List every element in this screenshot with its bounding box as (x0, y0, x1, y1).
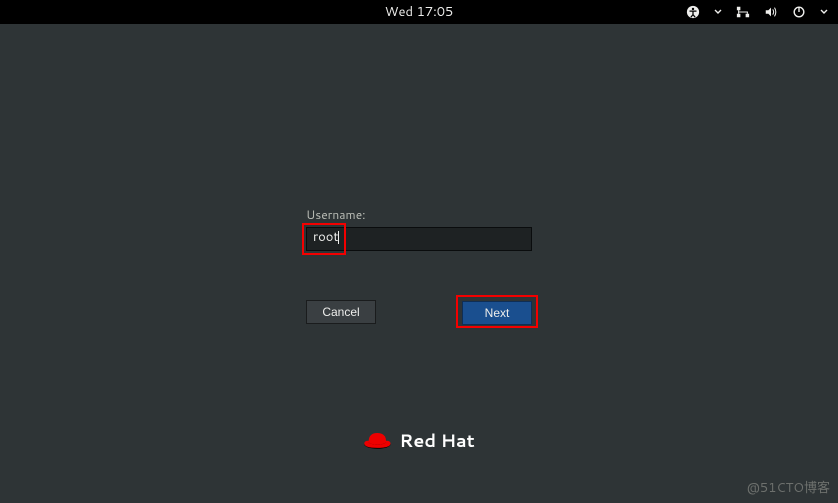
network-icon[interactable] (736, 5, 750, 19)
power-icon[interactable] (792, 5, 806, 19)
brand-logo: Red Hat (363, 427, 474, 453)
system-tray[interactable] (686, 5, 828, 19)
top-bar: Wed 17:05 (0, 0, 838, 24)
username-value: root (313, 228, 338, 246)
cancel-button[interactable]: Cancel (306, 300, 376, 324)
next-button[interactable]: Next (462, 301, 532, 325)
username-input[interactable]: root (306, 227, 532, 251)
chevron-down-icon[interactable] (820, 8, 828, 16)
login-form: Username: root (306, 206, 532, 251)
text-cursor (338, 231, 339, 244)
login-buttons: Cancel Next (306, 300, 532, 325)
watermark: @51CTO博客 (747, 477, 830, 497)
volume-icon[interactable] (764, 5, 778, 19)
redhat-icon (363, 429, 391, 451)
accessibility-icon[interactable] (686, 5, 700, 19)
username-label: Username: (306, 206, 532, 223)
clock[interactable]: Wed 17:05 (385, 3, 453, 21)
brand-name: Red Hat (399, 427, 474, 453)
chevron-down-icon[interactable] (714, 8, 722, 16)
